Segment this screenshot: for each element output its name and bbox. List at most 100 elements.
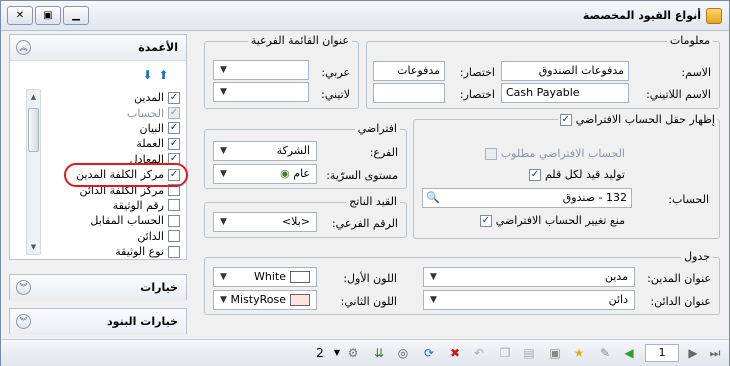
- favorite-icon[interactable]: ★: [571, 345, 587, 361]
- color2-label: اللون الثاني:: [340, 295, 397, 308]
- edit-icon[interactable]: ✎: [597, 345, 613, 361]
- scroll-thumb[interactable]: [28, 108, 39, 152]
- expand-down-icon[interactable]: ︾: [16, 280, 31, 295]
- credit-title-label: عنوان الدائن:: [650, 295, 711, 308]
- chevron-down-icon[interactable]: ▼: [430, 268, 437, 286]
- minimize-button[interactable]: ▁: [63, 6, 89, 25]
- scroll-up-icon[interactable]: ▲: [27, 90, 40, 104]
- move-down-icon[interactable]: ⬇: [141, 69, 154, 82]
- settings-icon[interactable]: ⚙: [345, 345, 361, 361]
- column-item[interactable]: ✓ العملة: [46, 136, 180, 151]
- defaults-group-title: افتراضي: [354, 122, 400, 135]
- scroll-down-icon[interactable]: ▼: [27, 240, 40, 254]
- collapse-up-icon[interactable]: ︽: [16, 40, 31, 55]
- branch-combo[interactable]: الشركة ▼: [213, 141, 317, 161]
- show-default-account-checkbox[interactable]: ✓ إظهار حقل الحساب الافتراضي: [557, 113, 717, 126]
- chevron-down-icon[interactable]: ▼: [220, 142, 227, 160]
- chevron-down-icon[interactable]: ▼: [329, 345, 345, 361]
- column-checkbox[interactable]: ✓: [168, 107, 180, 120]
- view-icon[interactable]: ◎: [395, 345, 411, 361]
- chevron-down-icon[interactable]: ▼: [430, 291, 437, 309]
- item-options-section-header[interactable]: خيارات البنود ︾: [10, 309, 186, 335]
- prevent-change-checkbox[interactable]: ✓ منع تغيير الحساب الافتراضي: [479, 214, 625, 227]
- sub-number-value: <بلا>: [281, 215, 310, 228]
- color1-label: اللون الأول:: [343, 272, 397, 285]
- copy-icon[interactable]: ❐: [497, 345, 513, 361]
- default-account-required-checkbox[interactable]: الحساب الافتراضي مطلوب: [484, 147, 625, 160]
- columns-scrollbar[interactable]: ▲ ▼: [26, 89, 41, 255]
- credit-title-combo[interactable]: دائن ▼: [423, 290, 635, 310]
- debit-title-combo[interactable]: مدين ▼: [423, 267, 635, 287]
- chevron-down-icon[interactable]: ▼: [220, 83, 227, 101]
- column-item[interactable]: الدائن: [46, 229, 180, 244]
- options-section-header[interactable]: خيارات ︾: [10, 275, 186, 301]
- column-checkbox[interactable]: ✓: [168, 122, 180, 135]
- chevron-down-icon[interactable]: ▼: [220, 268, 227, 286]
- paste-icon[interactable]: ▤: [521, 345, 537, 361]
- refresh-icon[interactable]: ⟳: [421, 345, 437, 361]
- color1-swatch: [290, 271, 310, 283]
- color2-swatch: [290, 294, 310, 306]
- secrecy-combo[interactable]: عام ◉ ▼: [213, 164, 317, 184]
- sub-number-combo[interactable]: <بلا> ▼: [213, 212, 317, 232]
- previous-icon[interactable]: ◀: [621, 345, 637, 361]
- latin-name-input[interactable]: Cash Payable: [501, 83, 629, 103]
- chevron-down-icon[interactable]: ▼: [220, 213, 227, 231]
- column-item[interactable]: رقم الوثيقة: [46, 198, 180, 213]
- arabic-combo[interactable]: ▼: [213, 60, 309, 80]
- entry-per-pen-check[interactable]: ✓: [528, 168, 541, 181]
- name-input[interactable]: مدفوعات الصندوق: [501, 61, 629, 81]
- column-item[interactable]: ✓ الحساب: [46, 105, 180, 120]
- page-number-input[interactable]: 1: [645, 344, 679, 362]
- expand-down-icon[interactable]: ︾: [16, 314, 31, 329]
- arabic-label: عربي:: [321, 66, 350, 79]
- latin-abbr-input[interactable]: [373, 83, 445, 103]
- entry-per-pen-checkbox[interactable]: ✓ توليد قيد لكل قلم: [528, 168, 625, 181]
- color2-combo[interactable]: MistyRose ▼: [213, 290, 317, 310]
- subtitle-group: عنوان القائمة الفرعية عربي: ▼ لاتيني: ▼: [204, 34, 359, 109]
- branch-value: الشركة: [276, 144, 310, 157]
- columns-section-title: الأعمدة: [138, 41, 178, 54]
- latin-combo[interactable]: ▼: [213, 82, 309, 102]
- column-checkbox[interactable]: [168, 214, 180, 227]
- item-options-section[interactable]: خيارات البنود ︾: [9, 308, 187, 335]
- undo-icon[interactable]: ↶: [471, 345, 487, 361]
- columns-section-header[interactable]: الأعمدة ︽: [10, 35, 186, 61]
- chevron-down-icon[interactable]: ▼: [220, 291, 227, 309]
- prevent-change-label: منع تغيير الحساب الافتراضي: [495, 214, 625, 227]
- credit-title-value: دائن: [608, 293, 628, 306]
- column-item[interactable]: الحساب المقابل: [46, 213, 180, 228]
- search-icon[interactable]: 🔍: [426, 189, 440, 207]
- debit-title-value: مدين: [604, 270, 628, 283]
- show-default-account-check[interactable]: ✓: [559, 113, 572, 126]
- chevron-down-icon[interactable]: ▼: [220, 61, 227, 79]
- column-item[interactable]: ✓ المدين: [46, 90, 180, 105]
- column-checkbox[interactable]: ✓: [168, 137, 180, 150]
- sort-icon[interactable]: ⇊: [371, 345, 387, 361]
- column-item[interactable]: نوع الوثيقة: [46, 244, 180, 259]
- prevent-change-check[interactable]: ✓: [479, 214, 492, 227]
- account-input[interactable]: 132 - صندوق 🔍: [422, 188, 632, 208]
- column-checkbox[interactable]: [168, 199, 180, 212]
- column-checkbox[interactable]: [168, 230, 180, 243]
- delete-icon[interactable]: ✖: [447, 345, 463, 361]
- save-icon[interactable]: ▣: [547, 345, 563, 361]
- move-up-icon[interactable]: ⬆: [157, 69, 170, 82]
- entry-per-pen-label: توليد قيد لكل قلم: [544, 168, 625, 181]
- account-value: 132 - صندوق: [562, 191, 627, 204]
- color1-combo[interactable]: White ▼: [213, 267, 317, 287]
- default-account-required-check[interactable]: [484, 147, 497, 160]
- options-section[interactable]: خيارات ︾: [9, 274, 187, 301]
- last-page-icon[interactable]: ⏭: [707, 345, 723, 361]
- next-icon[interactable]: ▶: [685, 345, 701, 361]
- secrecy-label: مستوى السرّية:: [326, 169, 398, 182]
- color1-value: White: [254, 270, 286, 283]
- column-item[interactable]: ✓ البيان: [46, 121, 180, 136]
- abbr-input[interactable]: مدفوعات: [373, 61, 445, 81]
- column-checkbox[interactable]: ✓: [168, 91, 180, 104]
- maximize-button[interactable]: ▣: [35, 6, 61, 25]
- column-checkbox[interactable]: [168, 245, 180, 258]
- close-button[interactable]: ✕: [7, 6, 33, 25]
- chevron-down-icon[interactable]: ▼: [220, 165, 227, 183]
- name-label: الاسم:: [681, 66, 711, 79]
